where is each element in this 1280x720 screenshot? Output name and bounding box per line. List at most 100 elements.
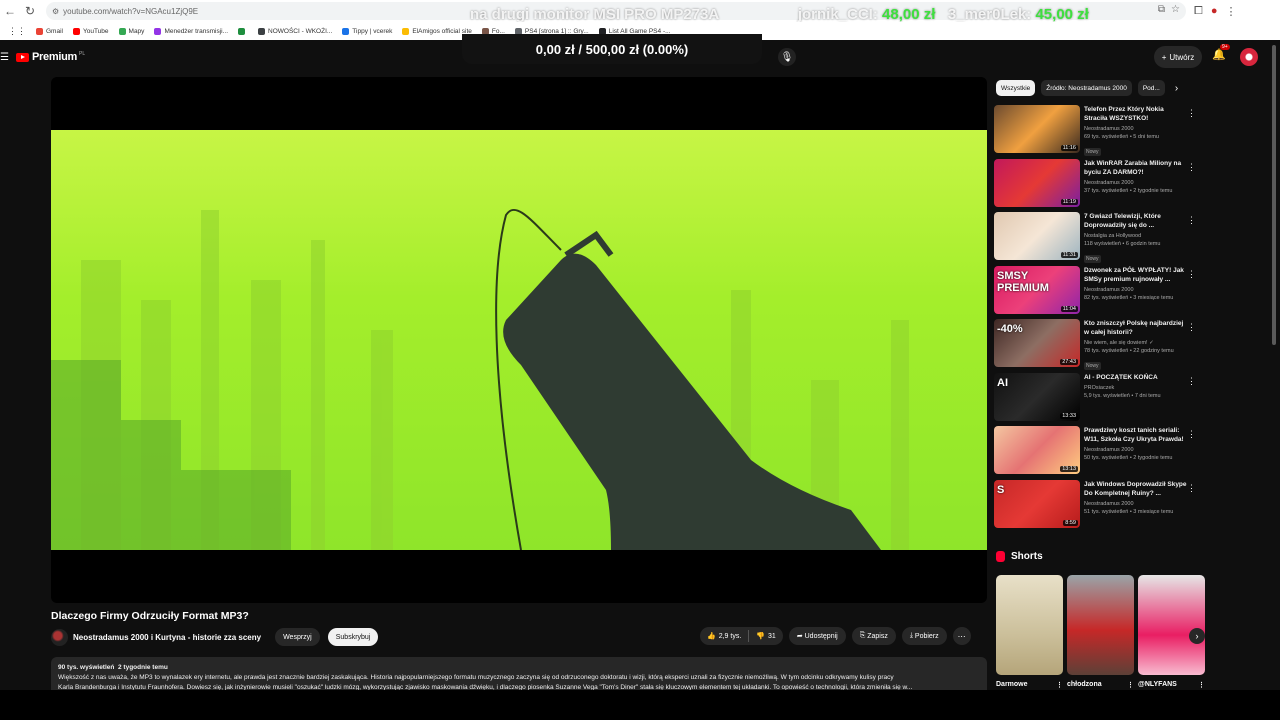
video-thumbnail[interactable]: SMSY PREMIUM 11:04: [994, 265, 1080, 314]
short-item-label[interactable]: @NLYFANS ⋮: [1138, 681, 1205, 689]
create-button[interactable]: + Utwórz: [1154, 46, 1202, 68]
recommendation-title[interactable]: Dzwonek za PÓŁ WYPŁATY! Jak SMSy premium…: [1084, 266, 1188, 284]
filter-chip[interactable]: Wszystkie: [996, 80, 1036, 96]
video-content: [51, 209, 909, 550]
bookmark-item[interactable]: [238, 27, 248, 35]
recommendation-channel[interactable]: PROsiaczek: [1084, 385, 1188, 391]
save-label: Zapisz: [867, 632, 888, 640]
recommendation-item[interactable]: SMSY PREMIUM 11:04 Dzwonek za PÓŁ WYPŁATY!…: [994, 265, 1204, 320]
extensions-icon[interactable]: ⧠: [1194, 5, 1203, 18]
voice-search-icon[interactable]: 🎙: [778, 48, 796, 66]
video-thumbnail[interactable]: 11:16: [994, 105, 1080, 153]
video-thumbnail[interactable]: S 8:59: [994, 479, 1080, 528]
more-options-icon[interactable]: ⋮: [1187, 429, 1196, 440]
video-thumbnail[interactable]: 13:13: [994, 426, 1080, 474]
download-button[interactable]: ⤓ Pobierz: [901, 627, 947, 645]
recommendation-item[interactable]: 11:16 Telefon Przez Który Nokia Straciła …: [994, 105, 1204, 159]
chips-next-icon[interactable]: ›: [1175, 83, 1178, 94]
short-thumbnail[interactable]: [996, 575, 1063, 675]
video-frame[interactable]: [51, 130, 987, 550]
bookmark-item[interactable]: Gmail: [36, 27, 63, 35]
reload-icon[interactable]: ↻: [20, 2, 40, 20]
thumbnail-text: AI: [997, 376, 1008, 389]
back-icon[interactable]: ←: [0, 2, 20, 20]
recommendation-channel[interactable]: Neostradamus 2000: [1084, 501, 1188, 507]
apps-icon[interactable]: ⋮⋮: [8, 26, 26, 37]
like-button[interactable]: 👍 2,9 tys.: [700, 627, 748, 645]
account-avatar[interactable]: [1240, 48, 1258, 66]
recommendation-title[interactable]: AI - POCZĄTEK KOŃCA: [1084, 373, 1188, 382]
bookmark-item[interactable]: YouTube: [72, 27, 109, 35]
recommendation-channel[interactable]: Nostalgia za Hollywood: [1084, 233, 1188, 239]
recommendation-channel[interactable]: Nie wiem, ale się dowiem! ✓: [1084, 340, 1188, 346]
bookmark-item[interactable]: NOWOŚCI - WKOŻI...: [258, 27, 332, 35]
bookmark-item[interactable]: Tippy | vcerek: [342, 27, 392, 35]
subscribe-button[interactable]: Subskrybuj: [327, 628, 379, 646]
more-options-icon[interactable]: ⋮: [1187, 483, 1196, 494]
bookmark-favicon-icon: [238, 27, 246, 35]
dislike-button[interactable]: 👎 31: [749, 627, 783, 645]
short-item-label[interactable]: chłodzona ⋮: [1067, 681, 1134, 689]
short-thumbnail[interactable]: [1138, 575, 1205, 675]
recommendation-item[interactable]: 11:31 7 Gwiazd Telewizji, Które Doprowadz…: [994, 212, 1204, 266]
more-options-icon[interactable]: ⋮: [1187, 108, 1196, 119]
hamburger-menu-icon[interactable]: ☰: [0, 52, 14, 63]
recommendation-item[interactable]: 13:13 Prawdziwy koszt tanich seriali: W11…: [994, 426, 1204, 480]
more-options-icon[interactable]: ⋮: [1187, 322, 1196, 333]
youtube-premium-logo[interactable]: Premium PL: [16, 51, 85, 63]
filter-chip[interactable]: Źródło: Neostradamus 2000: [1041, 80, 1132, 96]
browser-menu-icon[interactable]: ⋮: [1225, 5, 1236, 18]
recommendation-channel[interactable]: Neostradamus 2000: [1084, 447, 1188, 453]
recommendation-info: Dzwonek za PÓŁ WYPŁATY! Jak SMSy premium…: [1084, 266, 1188, 320]
open-in-window-icon[interactable]: ⧉: [1158, 4, 1165, 15]
recommendation-item[interactable]: AI 13:33 AI - POCZĄTEK KOŃCA PROsiaczek 5,9 …: [994, 372, 1204, 427]
more-options-icon[interactable]: ⋮: [1187, 215, 1196, 226]
recommendation-title[interactable]: Jak WinRAR Zarabia Miliony na byciu ZA D…: [1084, 159, 1188, 177]
page-scrollbar[interactable]: [1272, 45, 1276, 345]
video-thumbnail[interactable]: -40% 27:43: [994, 319, 1080, 367]
support-button[interactable]: Wesprzyj: [275, 628, 320, 646]
video-player[interactable]: [51, 77, 987, 603]
recommendation-item[interactable]: -40% 27:43 Kto zniszczył Polskę najbardzie…: [994, 319, 1204, 373]
video-thumbnail[interactable]: AI 13:33: [994, 372, 1080, 421]
thumbnail-text: SMSY PREMIUM: [997, 269, 1049, 294]
recommendation-channel[interactable]: Neostradamus 2000: [1084, 180, 1188, 186]
channel-name[interactable]: Neostradamus 2000 i Kurtyna - historie z…: [73, 633, 261, 642]
more-options-icon[interactable]: ⋮: [1198, 681, 1205, 689]
video-thumbnail[interactable]: 11:19: [994, 158, 1080, 207]
like-count: 2,9 tys.: [718, 632, 742, 640]
site-info-icon[interactable]: ⚙: [52, 7, 59, 16]
video-thumbnail[interactable]: 11:31: [994, 212, 1080, 260]
channel-avatar[interactable]: [51, 628, 68, 646]
recommendation-item[interactable]: 11:19 Jak WinRAR Zarabia Miliony na byciu…: [994, 158, 1204, 213]
more-actions-icon[interactable]: ⋯: [952, 627, 971, 645]
recommendation-title[interactable]: Telefon Przez Który Nokia Straciła WSZYS…: [1084, 105, 1188, 123]
share-button[interactable]: ➦ Udostępnij: [788, 627, 846, 645]
recommendation-title[interactable]: Prawdziwy koszt tanich seriali: W11, Szk…: [1084, 426, 1188, 444]
notifications-badge: 9+: [1220, 44, 1230, 50]
more-options-icon[interactable]: ⋮: [1187, 162, 1196, 173]
more-options-icon[interactable]: ⋮: [1187, 269, 1196, 280]
bookmark-item[interactable]: Mapy: [118, 27, 144, 35]
recommendation-info: 7 Gwiazd Telewizji, Które Doprowadziły s…: [1084, 212, 1188, 266]
new-badge: Nowy: [1084, 148, 1101, 156]
recommendation-channel[interactable]: Neostradamus 2000: [1084, 126, 1188, 132]
bookmark-star-icon[interactable]: ☆: [1171, 4, 1180, 15]
more-options-icon[interactable]: ⋮: [1187, 376, 1196, 387]
recommendation-channel[interactable]: Neostradamus 2000: [1084, 287, 1188, 293]
shorts-next-icon[interactable]: ›: [1189, 628, 1205, 644]
recommendation-item[interactable]: S 8:59 Jak Windows Doprowadził Skype Do Ko…: [994, 479, 1204, 534]
short-item-label[interactable]: Darmowe ⋮: [996, 681, 1063, 689]
recommendation-title[interactable]: Kto zniszczył Polskę najbardziej w całej…: [1084, 319, 1188, 337]
more-options-icon[interactable]: ⋮: [1127, 681, 1134, 689]
bookmark-item[interactable]: Menedżer transmisji...: [154, 27, 228, 35]
save-button[interactable]: ⎘ Zapisz: [851, 627, 896, 645]
recommendation-meta: 50 tys. wyświetleń • 2 tygodnie temu: [1084, 455, 1173, 461]
filter-chip[interactable]: Pod...: [1137, 80, 1165, 96]
youtube-play-icon: [16, 52, 29, 62]
profile-icon[interactable]: ●: [1211, 5, 1218, 18]
recommendation-title[interactable]: Jak Windows Doprowadził Skype Do Komplet…: [1084, 480, 1188, 498]
more-options-icon[interactable]: ⋮: [1056, 681, 1063, 689]
short-thumbnail[interactable]: [1067, 575, 1134, 675]
recommendation-title[interactable]: 7 Gwiazd Telewizji, Które Doprowadziły s…: [1084, 212, 1188, 230]
